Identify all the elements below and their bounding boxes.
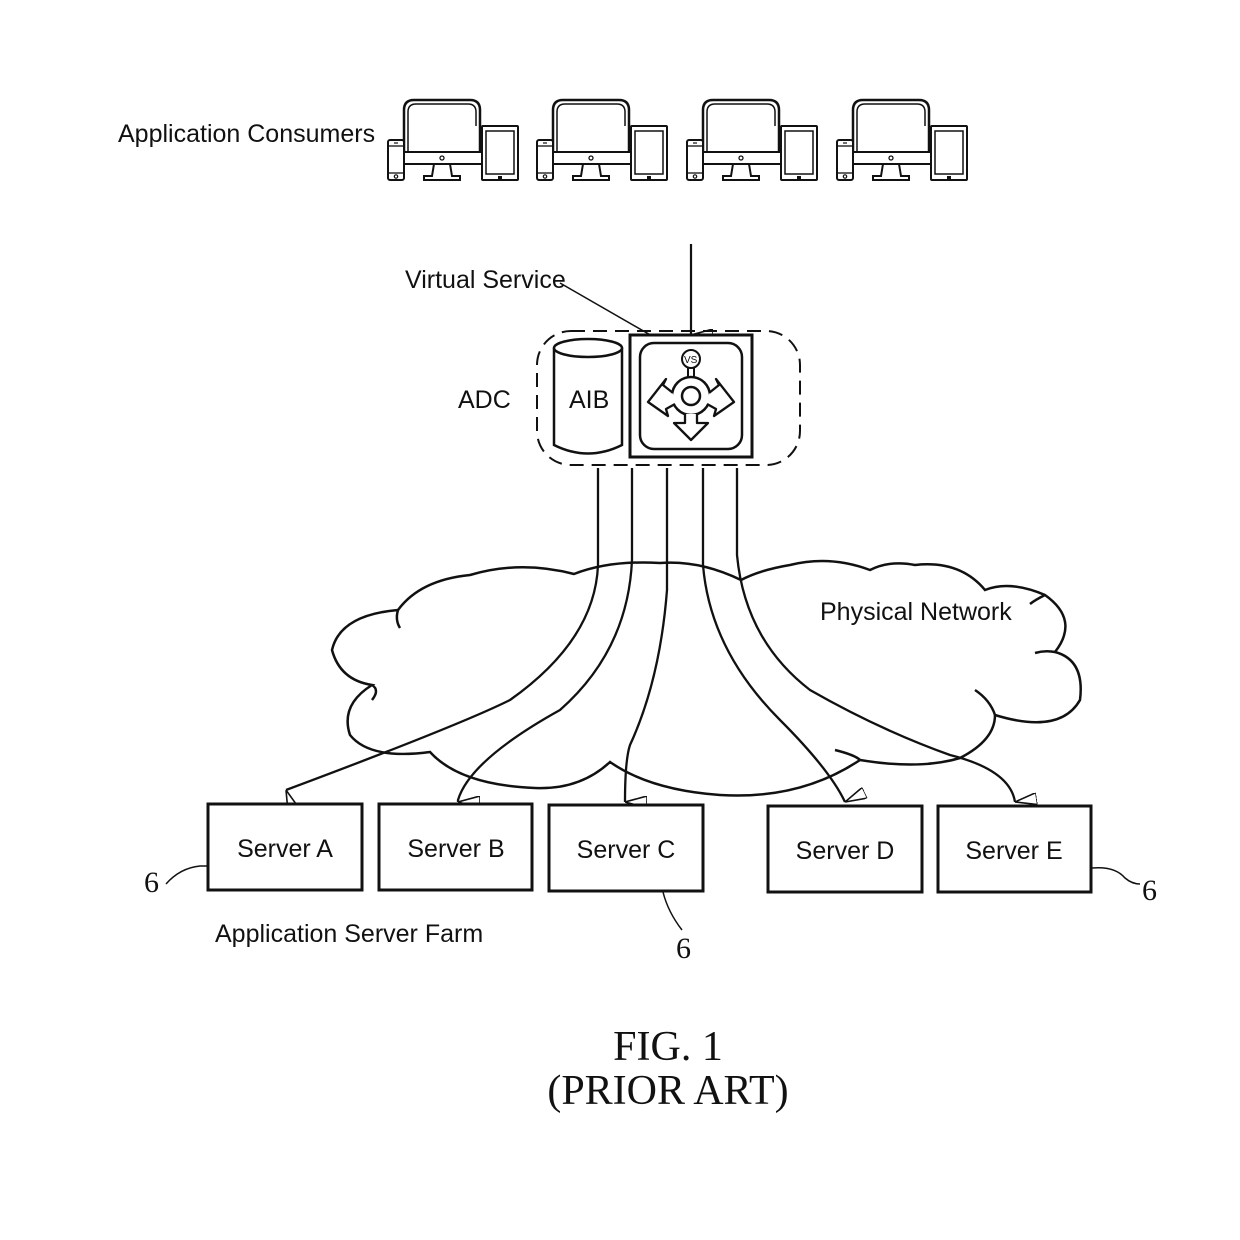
server-e: Server E [936, 804, 1093, 894]
ref-numeral-server-c: 6 [676, 932, 691, 965]
devices-icon [835, 98, 969, 182]
application-consumers-label: Application Consumers [118, 120, 375, 148]
consumer-group-4 [835, 98, 969, 182]
application-server-farm-label: Application Server Farm [215, 920, 483, 948]
server-a: Server A [206, 802, 364, 892]
virtual-service-label: Virtual Service [405, 266, 566, 294]
consumer-group-3 [685, 98, 819, 182]
patent-figure: Application Consumers Virtual Service AD… [118, 98, 1157, 1114]
devices-icon [685, 98, 819, 182]
ref-numeral-server-e: 6 [1142, 874, 1157, 907]
figure-title: FIG. 1 [613, 1024, 723, 1070]
adc-label: ADC [458, 386, 511, 414]
physical-network-label: Physical Network [820, 598, 1012, 626]
devices-icon [386, 98, 520, 182]
server-c: Server C [547, 803, 705, 893]
server-b-label: Server B [407, 835, 504, 863]
server-d: Server D [766, 804, 924, 894]
route-to-server-a [286, 468, 600, 790]
consumer-group-1 [386, 98, 520, 182]
route-to-server-b [456, 468, 634, 802]
ref-numeral-server-a: 6 [144, 866, 159, 899]
server-e-label: Server E [965, 837, 1062, 865]
ref-leader-server-a [165, 865, 208, 885]
route-to-server-d [701, 468, 845, 802]
ref-leader-server-c [662, 891, 683, 931]
devices-icon [535, 98, 669, 182]
server-d-label: Server D [796, 837, 895, 865]
server-c-label: Server C [577, 836, 676, 864]
vs-badge-label: VS [684, 355, 698, 366]
figure-subtitle: (PRIOR ART) [547, 1068, 788, 1114]
aib-label: AIB [569, 386, 609, 414]
route-to-server-e [735, 468, 1015, 802]
server-b: Server B [377, 802, 534, 892]
server-a-label: Server A [237, 835, 333, 863]
consumer-group-2 [535, 98, 669, 182]
ref-leader-server-e [1091, 866, 1141, 885]
